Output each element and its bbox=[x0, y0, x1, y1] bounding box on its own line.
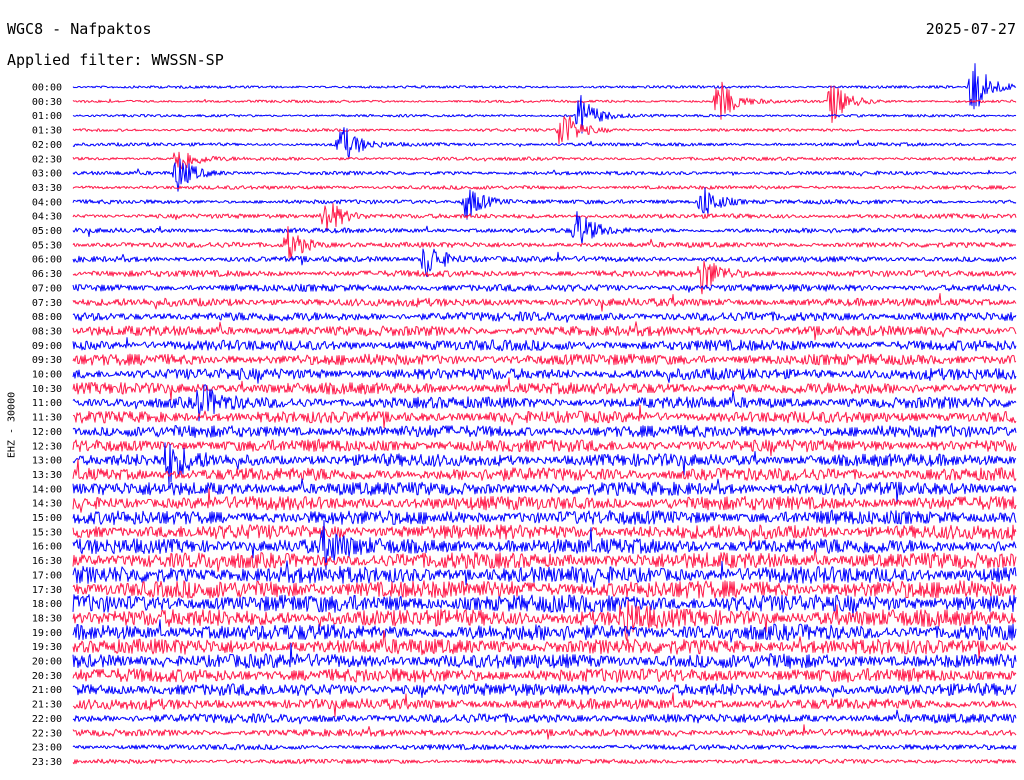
trace-row bbox=[72, 743, 1017, 751]
trace-row bbox=[72, 283, 1017, 293]
trace-row bbox=[72, 321, 1017, 341]
time-tick-label: 21:30 bbox=[32, 700, 62, 711]
time-tick-label: 00:00 bbox=[32, 83, 62, 94]
trace-row bbox=[72, 683, 1017, 698]
time-tick-label: 03:30 bbox=[32, 183, 62, 194]
trace-row bbox=[72, 438, 1017, 457]
time-tick-label: 17:30 bbox=[32, 585, 62, 596]
time-tick-label: 11:00 bbox=[32, 398, 62, 409]
time-tick-label: 08:00 bbox=[32, 312, 62, 323]
time-tick-label: 20:00 bbox=[32, 657, 62, 668]
time-tick-label: 14:30 bbox=[32, 499, 62, 510]
trace-row bbox=[72, 667, 1017, 683]
time-tick-label: 12:30 bbox=[32, 441, 62, 452]
time-tick-label: 00:30 bbox=[32, 97, 62, 108]
time-tick-label: 08:30 bbox=[32, 326, 62, 337]
trace-row bbox=[72, 692, 1017, 717]
helicorder-page: WGC8 - Nafpaktos 2025-07-27 Applied filt… bbox=[0, 0, 1024, 780]
time-tick-label: 04:30 bbox=[32, 212, 62, 223]
time-tick-label: 05:30 bbox=[32, 240, 62, 251]
trace-row bbox=[72, 724, 1017, 740]
time-tick-label: 14:00 bbox=[32, 484, 62, 495]
time-tick-label: 16:00 bbox=[32, 542, 62, 553]
trace-row bbox=[72, 442, 1017, 486]
time-tick-label: 10:00 bbox=[32, 370, 62, 381]
time-tick-label: 22:30 bbox=[32, 728, 62, 739]
time-tick-label: 06:00 bbox=[32, 255, 62, 266]
trace-row bbox=[72, 548, 1017, 572]
time-tick-label: 18:00 bbox=[32, 599, 62, 610]
helicorder-plot: 00:00 00:30 01:00 01:30 02:00 02:30 03:00 03:30… bbox=[32, 63, 1017, 768]
trace-row bbox=[72, 203, 1017, 231]
trace-row bbox=[72, 524, 1017, 545]
seismic-traces bbox=[72, 63, 1017, 765]
time-tick-label: 07:00 bbox=[32, 283, 62, 294]
time-tick-label: 07:30 bbox=[32, 298, 62, 309]
time-tick-label: 22:00 bbox=[32, 714, 62, 725]
time-tick-label: 06:30 bbox=[32, 269, 62, 280]
time-tick-label: 20:30 bbox=[32, 671, 62, 682]
time-tick-label: 05:00 bbox=[32, 226, 62, 237]
time-tick-label: 15:00 bbox=[32, 513, 62, 524]
time-tick-label: 13:00 bbox=[32, 456, 62, 467]
time-tick-label: 04:00 bbox=[32, 197, 62, 208]
trace-row bbox=[72, 115, 1017, 145]
trace-row bbox=[72, 81, 1017, 123]
time-tick-label: 23:00 bbox=[32, 743, 62, 754]
time-tick-label: 15:30 bbox=[32, 527, 62, 538]
time-tick-label: 23:30 bbox=[32, 757, 62, 768]
trace-row bbox=[72, 337, 1017, 352]
time-tick-label: 11:30 bbox=[32, 413, 62, 424]
time-tick-label: 09:30 bbox=[32, 355, 62, 366]
time-tick-label: 12:00 bbox=[32, 427, 62, 438]
trace-row bbox=[72, 709, 1017, 725]
time-tick-label: 21:00 bbox=[32, 685, 62, 696]
trace-row bbox=[72, 293, 1017, 312]
trace-row bbox=[72, 424, 1017, 438]
time-tick-label: 16:30 bbox=[32, 556, 62, 567]
time-tick-labels: 00:00 00:30 01:00 01:30 02:00 02:30 03:00 03:30… bbox=[32, 83, 62, 768]
time-tick-label: 09:00 bbox=[32, 341, 62, 352]
trace-row bbox=[72, 367, 1017, 384]
time-tick-label: 10:30 bbox=[32, 384, 62, 395]
trace-row bbox=[72, 311, 1017, 323]
trace-row bbox=[72, 353, 1017, 366]
trace-row bbox=[72, 758, 1017, 765]
time-tick-label: 01:30 bbox=[32, 126, 62, 137]
time-tick-label: 17:00 bbox=[32, 570, 62, 581]
time-tick-label: 19:00 bbox=[32, 628, 62, 639]
time-tick-label: 02:30 bbox=[32, 154, 62, 165]
time-tick-label: 03:00 bbox=[32, 169, 62, 180]
time-tick-label: 01:00 bbox=[32, 111, 62, 122]
trace-row bbox=[72, 151, 1017, 170]
trace-row bbox=[72, 158, 1017, 192]
trace-row bbox=[72, 127, 1017, 159]
trace-row bbox=[72, 185, 1017, 190]
time-tick-label: 19:30 bbox=[32, 642, 62, 653]
trace-row bbox=[72, 509, 1017, 526]
trace-row bbox=[72, 580, 1017, 599]
time-tick-label: 18:30 bbox=[32, 613, 62, 624]
time-tick-label: 13:30 bbox=[32, 470, 62, 481]
time-tick-label: 02:00 bbox=[32, 140, 62, 151]
